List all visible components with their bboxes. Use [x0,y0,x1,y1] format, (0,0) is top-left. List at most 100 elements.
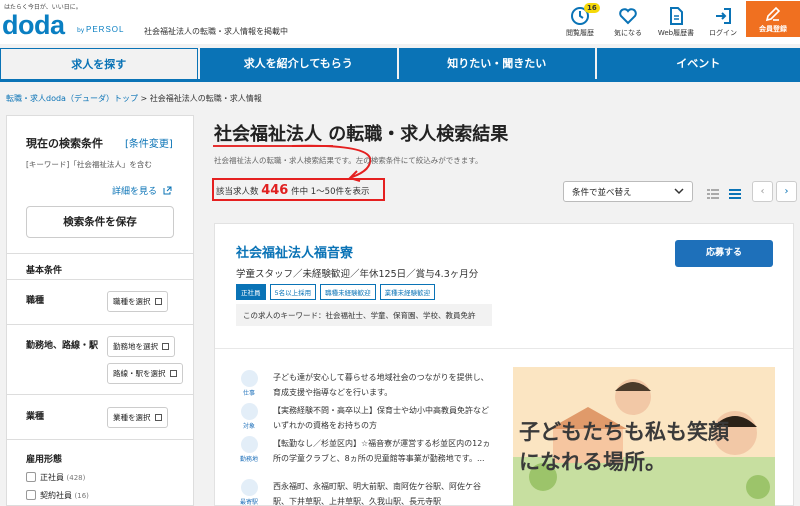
pencil-icon [765,6,781,22]
train-icon: 最寄駅 [235,479,263,506]
count-prefix: 該当求人数 [216,187,259,197]
nav-favorites[interactable]: 気になる [605,3,651,39]
option-count: (428) [66,474,86,482]
select-station-label: 路線・駅を選択 [113,369,166,378]
nav-login[interactable]: ログイン [700,3,746,39]
list-view-icon [729,189,741,199]
keyword-condition: [キーワード]「社会福祉法人」を含む [26,160,152,169]
list-view-button[interactable] [724,181,746,202]
person-icon: 対象 [235,403,263,430]
current-conditions-title: 現在の検索条件 [26,137,103,150]
document-icon [670,7,683,25]
chevron-down-icon [674,188,684,195]
external-link-icon [154,298,162,305]
nav-resume[interactable]: Web履歴書 [653,3,699,39]
breadcrumb-top-link[interactable]: 転職・求人doda（デューダ）トップ [6,94,138,103]
count-suffix: 件中 1〜50件を表示 [291,187,370,197]
checkbox[interactable] [26,472,36,482]
next-page-button[interactable]: › [776,181,797,202]
photo-caption: 子どもたちも私も笑顔になれる場所。 [519,419,729,474]
divider [7,324,193,325]
heart-icon [619,8,637,25]
prev-page-button[interactable]: ‹ [752,181,773,202]
option-label: 正社員 [40,473,64,482]
grid-view-icon [707,189,719,199]
tab-job-introduction[interactable]: 求人を紹介してもらう [199,48,397,79]
divider [7,439,193,440]
search-sidebar: 現在の検索条件 [条件変更] [キーワード]「社会福祉法人」を含む 詳細を見る … [6,115,194,506]
register-button[interactable]: 会員登録 [746,1,800,37]
job-detail-text: 【実務経験不問・高卒以上】保育士や幼小中高教員免許などいずれかの資格をお持ちの方 [273,406,489,430]
header: はたらく今日が、いい日に。 doda by PERSOL 社会福祉法人の転職・求… [0,0,800,44]
job-company-link[interactable]: 社会福祉法人福音寮 [236,242,353,261]
occupation-label: 職種 [26,296,45,306]
checkbox[interactable] [26,490,36,500]
job-subtitle: 学童スタッフ／未経験歓迎／年休125日／賞与4.3ヶ月分 [236,269,479,280]
select-industry-label: 業種を選択 [113,413,151,422]
job-detail-text: 西永福町、永福町駅、明大前駅、南阿佐ケ谷駅、阿佐ケ谷駅、下井草駅、上井草駅、久我… [273,482,481,506]
location-label: 勤務地、路線・駅 [26,341,99,351]
breadcrumb-separator: > [140,94,148,103]
main-tabs: 求人を探す 求人を紹介してもらう 知りたい・聞きたい イベント [0,48,800,82]
apply-button[interactable]: 応募する [675,240,773,267]
tab-events[interactable]: イベント [596,48,800,79]
sort-select[interactable]: 条件で並べ替え [563,181,693,202]
basic-conditions-label: 基本条件 [26,266,63,276]
logo-by: by [77,27,85,34]
external-link-icon [154,414,162,421]
job-detail-text: 【転勤なし／杉並区内】☆福音寮が運営する杉並区内の12ヵ所の学童クラブと、8ヵ所… [273,439,491,463]
job-tag: 正社員 [236,284,266,300]
see-details-label: 詳細を見る [112,187,158,197]
change-conditions-link[interactable]: [条件変更] [125,135,173,150]
grid-view-button[interactable] [702,181,724,202]
select-station-button[interactable]: 路線・駅を選択 [107,363,183,384]
tab-learn-ask[interactable]: 知りたい・聞きたい [399,48,595,79]
nav-favorites-label: 気になる [614,29,642,37]
external-link-icon [162,343,169,350]
persol-logo: PERSOL [86,25,125,34]
header-subtitle: 社会福祉法人の転職・求人情報を掲載中 [144,27,288,36]
breadcrumb-current: 社会福祉法人の転職・求人情報 [149,94,262,103]
external-link-icon [169,370,177,377]
job-card: 社会福祉法人福音寮 学童スタッフ／未経験歓迎／年休125日／賞与4.3ヶ月分 正… [214,223,794,506]
job-tag: 職種未経験歓迎 [320,284,376,300]
divider [7,253,193,254]
nav-login-label: ログイン [709,29,737,37]
select-occupation-button[interactable]: 職種を選択 [107,291,168,312]
select-location-button[interactable]: 勤務地を選択 [107,336,175,357]
save-conditions-button[interactable]: 検索条件を保存 [26,206,174,238]
employment-label: 雇用形態 [26,455,63,465]
divider [7,279,193,280]
see-details-link[interactable]: 詳細を見る [112,184,172,197]
industry-label: 業種 [26,412,45,422]
divider [215,348,793,349]
result-count: 該当求人数 446 件中 1〜50件を表示 [216,183,370,198]
briefcase-icon: 仕事 [235,370,263,397]
select-occupation-label: 職種を選択 [113,297,151,306]
breadcrumb: 転職・求人doda（デューダ）トップ > 社会福祉法人の転職・求人情報 [6,93,262,104]
job-photo[interactable]: 子どもたちも私も笑顔になれる場所。 [513,367,775,506]
option-count: (16) [74,492,89,500]
register-label: 会員登録 [759,25,787,33]
location-pin-icon: 勤務地 [235,436,263,463]
sort-label: 条件で並べ替え [572,188,632,198]
job-tags: 正社員 5名以上採用 職種未経験歓迎 業種未経験歓迎 [236,284,436,300]
nav-history[interactable]: 16 閲覧履歴 [557,3,603,39]
job-detail-text: 子ども達が安心して暮らせる地域社会のつながりを提供し、育成支援や指導などを行いま… [273,373,489,397]
nav-history-label: 閲覧履歴 [566,29,594,37]
select-industry-button[interactable]: 業種を選択 [107,407,168,428]
history-badge: 16 [584,3,600,13]
page-description: 社会福祉法人の転職・求人検索結果です。左の検索条件にて絞込みができます。 [214,156,483,165]
select-location-label: 勤務地を選択 [113,342,158,351]
count-value: 446 [261,183,289,198]
doda-logo[interactable]: doda [2,10,65,41]
login-icon [716,8,731,24]
job-tag: 5名以上採用 [269,284,317,300]
job-tag: 業種未経験歓迎 [379,284,436,300]
employment-option-fulltime[interactable]: 正社員 (428) [26,472,85,483]
employment-option-contract[interactable]: 契約社員 (16) [26,490,89,501]
nav-resume-label: Web履歴書 [657,29,695,37]
option-label: 契約社員 [40,491,72,500]
tab-search-jobs[interactable]: 求人を探す [0,48,198,79]
divider [7,394,193,395]
